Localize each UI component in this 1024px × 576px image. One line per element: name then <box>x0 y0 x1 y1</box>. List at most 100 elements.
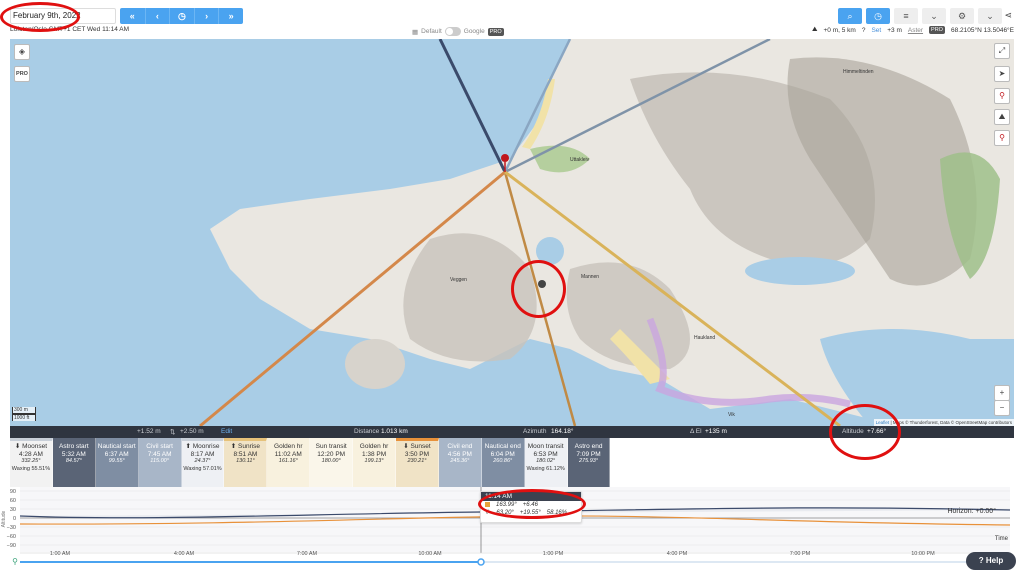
zoom-out-button[interactable]: − <box>994 400 1010 416</box>
event-degrees: 130.11° <box>236 458 255 465</box>
clock-icon: ◷ <box>874 11 882 21</box>
tooltip-moon-row: ☾ 63.20° +19.55° 58.16% <box>481 509 581 517</box>
data-credit: Data © OpenStreetMap contributors <box>940 420 1012 425</box>
map-icon: ▦ <box>412 28 419 36</box>
time-slider-handle[interactable] <box>477 558 485 566</box>
help-circle-icon: ? <box>978 556 984 565</box>
place-vik: Vik <box>728 412 735 418</box>
event-tile[interactable]: Astro end 7:09 PM 275.93° <box>567 438 611 487</box>
now-clock-button[interactable]: ◷ <box>169 8 194 24</box>
event-time: 7:09 PM <box>576 450 601 458</box>
scale-meters: 300 m <box>12 407 36 414</box>
event-time: 5:32 AM <box>61 450 86 458</box>
place-himmeltinden: Himmeltinden <box>843 69 874 75</box>
aster-link[interactable]: Aster <box>908 27 923 34</box>
event-degrees: 24.37° <box>194 458 211 465</box>
help-circle-icon[interactable]: ? <box>862 27 866 34</box>
x-tick-label: 1:00 AM <box>50 551 71 557</box>
event-tile[interactable]: ⬇ Sunset 3:50 PM 230.21° <box>396 438 439 487</box>
events-strip: ⬇ Moonset 4:28 AM 332.25° Waxing 55.51% Astr… <box>10 438 611 487</box>
y-tick-label: −30 <box>7 525 16 531</box>
next-hour-button[interactable]: › <box>193 8 219 24</box>
x-tick-label: 4:00 PM <box>667 551 688 557</box>
event-extra: Waxing 55.51% <box>11 465 51 472</box>
y-tick-label: 30 <box>10 507 16 513</box>
date-input[interactable]: February 9th, 2022 <box>10 8 116 24</box>
event-tile[interactable]: Civil start 7:45 AM 115.00° <box>138 438 182 487</box>
fullscreen-button[interactable]: ⤢ <box>994 43 1010 59</box>
event-tile[interactable]: ⬇ Moonset 4:28 AM 332.25° Waxing 55.51% <box>10 438 53 487</box>
location-time: Lofoten/Oslo GMT+1 CET Wed 11:14 AM <box>10 26 130 33</box>
zoom-in-button[interactable]: + <box>994 385 1010 401</box>
x-tick-label: 10:00 PM <box>911 551 935 557</box>
event-tile[interactable]: Golden hr 11:02 AM 161.16° <box>267 438 311 487</box>
y-tick-label: 60 <box>10 498 16 504</box>
search-button[interactable]: ⌕ <box>838 8 862 24</box>
layers-icon: ◈ <box>18 47 26 56</box>
map-style-switch[interactable] <box>444 27 461 36</box>
delta-el-value: +135 m <box>705 428 727 435</box>
map-style-toggle[interactable]: ▦ Default Google PRO <box>412 27 504 36</box>
locate-button[interactable]: ➤ <box>994 66 1010 82</box>
help-button[interactable]: ? Help <box>966 552 1016 570</box>
place-veggen: Veggen <box>450 277 467 283</box>
event-tile[interactable]: Astro start 5:32 AM 84.57° <box>52 438 96 487</box>
tooltip-time: 11:14 AM <box>481 492 581 501</box>
pro-badge-coords: PRO <box>929 26 945 34</box>
height-b: +2.50 m <box>180 428 204 435</box>
chevron-down-icon: ⌄ <box>986 11 994 21</box>
event-tile[interactable]: Nautical end 6:04 PM 260.86° <box>481 438 525 487</box>
map-view[interactable]: Himmeltinden Uttakleiv Veggen Mannen Hau… <box>10 39 1014 426</box>
event-tile[interactable]: Nautical start 6:37 AM 99.55° <box>95 438 139 487</box>
share-icon[interactable]: ⋖ <box>1004 10 1012 21</box>
event-time: 4:56 PM <box>447 450 472 458</box>
map-pin-secondary <box>538 280 546 288</box>
elevation-line: ⛰ +0 m, 5 km ? Set +3 m Aster PRO 68.210… <box>812 26 1014 34</box>
dropdown-button[interactable]: ⌄ <box>922 8 946 24</box>
event-tile[interactable]: ⬆ Sunrise 8:51 AM 130.11° <box>224 438 268 487</box>
event-extra: Waxing 57.01% <box>183 465 222 472</box>
event-tile[interactable]: Moon transit 6:53 PM 180.02° Waxing 61.12% <box>524 438 568 487</box>
layers-button[interactable]: ◈ <box>14 44 30 60</box>
event-time: 6:53 PM <box>533 450 558 458</box>
event-time: 12:20 PM <box>317 450 346 458</box>
event-title: Civil end <box>447 443 473 450</box>
event-tile[interactable]: Civil end 4:56 PM 245.36° <box>438 438 482 487</box>
event-tile[interactable]: Golden hr 1:38 PM 199.13° <box>353 438 397 487</box>
edit-link[interactable]: Edit <box>221 428 232 435</box>
prev-hour-button[interactable]: ‹ <box>144 8 170 24</box>
set-link[interactable]: Set <box>871 27 881 34</box>
event-tile[interactable]: ⬆ Moonrise 8:17 AM 24.37° Waxing 57.01% <box>181 438 225 487</box>
multi-pin-button[interactable]: ⚲ <box>994 130 1010 146</box>
menu-button[interactable]: ≡ <box>894 8 918 24</box>
event-time: 4:28 AM <box>19 450 43 458</box>
tooltip-moon-alt: +19.55° <box>519 510 541 516</box>
map-pin-primary <box>501 154 509 162</box>
y-axis-label: Altitude <box>1 510 7 527</box>
event-degrees: 332.25° <box>21 458 41 465</box>
event-tile[interactable]: Sun transit 12:20 PM 180.00° <box>310 438 354 487</box>
maps-credit: Maps © Thunderforest <box>892 420 938 425</box>
next-day-button[interactable]: » <box>218 8 243 24</box>
event-time: 8:51 AM <box>233 450 258 458</box>
map-canvas <box>199 39 1014 426</box>
distance-value: 1.013 km <box>381 428 408 435</box>
altitude-label: Altitude <box>842 428 864 435</box>
event-title: ⬆ Moonrise <box>185 443 220 450</box>
tooltip-sun-alt: +6.46 <box>522 502 538 508</box>
x-tick-label: 10:00 AM <box>418 551 442 557</box>
leaflet-link[interactable]: Leaflet <box>876 420 890 425</box>
azimuth-label: Azimuth <box>523 428 547 435</box>
pins-icon: ⚲ <box>999 133 1005 142</box>
settings-dropdown-button[interactable]: ⌄ <box>978 8 1002 24</box>
clock-button[interactable]: ◷ <box>866 8 890 24</box>
pro-map-button[interactable]: PRO <box>14 66 30 82</box>
terrain-button[interactable]: ⛰ <box>994 109 1010 125</box>
person-icon: ⚲ <box>12 557 18 566</box>
elevation-offset: +0 m, 5 km <box>823 26 856 34</box>
pin-button[interactable]: ⚲ <box>994 88 1010 104</box>
expand-icon: ⤢ <box>998 46 1006 55</box>
prev-day-button[interactable]: « <box>120 8 145 24</box>
settings-button[interactable]: ⚙ <box>950 8 974 24</box>
height-icon: ⇅ <box>170 429 176 436</box>
